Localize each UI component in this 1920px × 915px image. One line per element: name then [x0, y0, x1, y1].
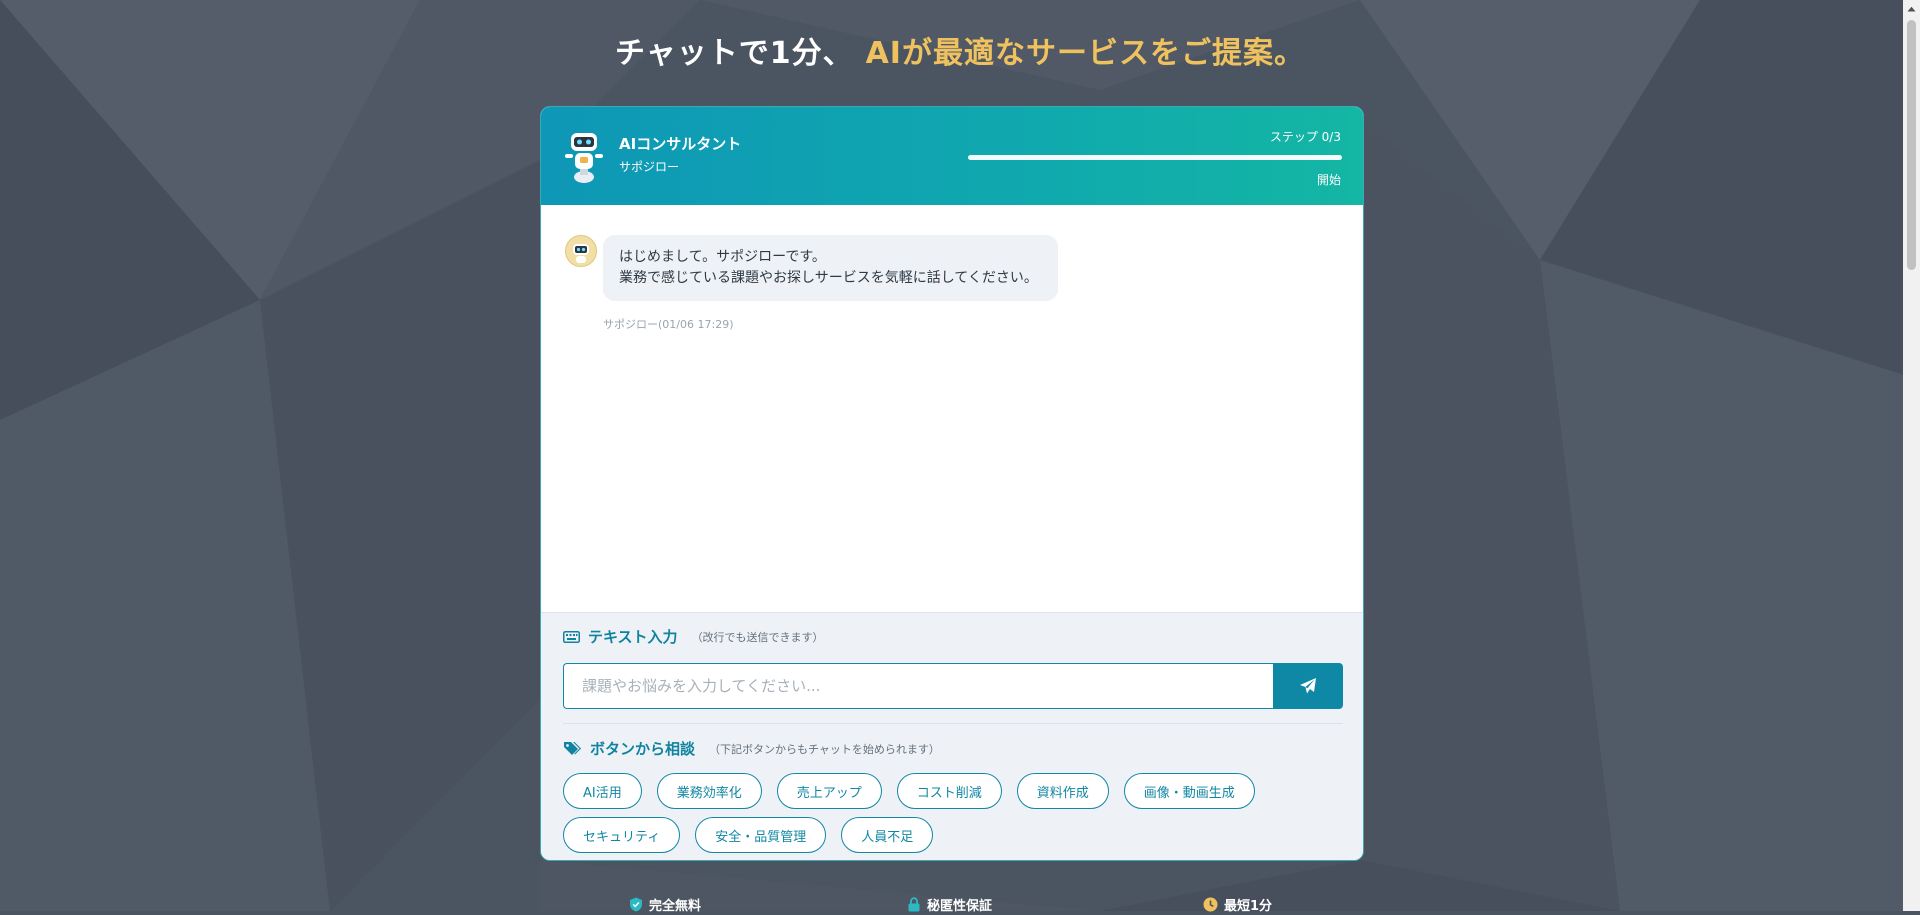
send-button[interactable]	[1273, 663, 1343, 709]
text-input-title: テキスト入力	[588, 628, 678, 646]
badge-privacy: 秘匿性保証	[907, 895, 992, 914]
robot-mascot-icon	[565, 133, 603, 183]
agent-subtitle: サポジロー	[619, 160, 680, 174]
chip-security[interactable]: セキュリティ	[563, 817, 681, 853]
feature-badges: 完全無料 秘匿性保証 最短1分	[0, 895, 1920, 915]
chip-cost-sakugen[interactable]: コスト削減	[896, 773, 1002, 809]
bot-message-bubble: はじめまして。サポジローです。 業務で感じている課題やお探しサービスを気軽に話し…	[603, 235, 1058, 301]
text-input-section-title: テキスト入力 （改行でも送信できます）	[563, 626, 824, 647]
tags-icon	[563, 741, 582, 756]
chat-card: AIコンサルタント サポジロー ステップ 0/3 開始 はじめまして。サポジロー…	[540, 106, 1364, 861]
progress-status: 開始	[1316, 173, 1341, 187]
section-divider	[563, 723, 1343, 724]
message-meta: サポジロー(01/06 17:29)	[603, 318, 734, 331]
robot-avatar-icon	[573, 244, 589, 263]
scroll-up-arrow-icon[interactable]	[1903, 0, 1920, 17]
message-line: 業務で感じている課題やお探しサービスを気軽に話してください。	[619, 270, 1038, 286]
topic-chips: AI活用 業務効率化 売上アップ コスト削減 資料作成 画像・動画生成 セキュリ…	[563, 773, 1353, 853]
message-line: はじめまして。サポジローです。	[619, 249, 826, 265]
clock-icon	[1203, 897, 1218, 912]
shield-icon	[629, 897, 643, 912]
page-scrollbar[interactable]	[1903, 0, 1920, 911]
progress-bar	[968, 155, 1342, 160]
chip-jinin-busoku[interactable]: 人員不足	[841, 817, 934, 853]
button-consult-title: ボタンから相談	[590, 740, 696, 758]
chat-header: AIコンサルタント サポジロー ステップ 0/3 開始	[541, 107, 1363, 205]
badge-fast: 最短1分	[1203, 895, 1272, 914]
lock-icon	[907, 897, 921, 912]
text-input-hint: （改行でも送信できます）	[691, 630, 824, 644]
badge-fast-label: 最短1分	[1224, 899, 1273, 914]
chip-gazou-douga-seisei[interactable]: 画像・動画生成	[1123, 773, 1255, 809]
scroll-thumb[interactable]	[1907, 20, 1916, 270]
paper-plane-icon	[1300, 678, 1316, 694]
chip-anzen-hinshitsu-kanri[interactable]: 安全・品質管理	[695, 817, 827, 853]
button-consult-hint: （下記ボタンからもチャットを始められます）	[709, 742, 940, 756]
bot-avatar	[565, 235, 597, 267]
badge-privacy-label: 秘匿性保証	[927, 899, 993, 914]
agent-name: AIコンサルタント	[619, 135, 742, 153]
keyboard-icon	[563, 630, 580, 643]
headline-text: チャットで1分、	[615, 36, 854, 71]
chip-shiryou-sakusei[interactable]: 資料作成	[1016, 773, 1109, 809]
chat-messages: はじめまして。サポジローです。 業務で感じている課題やお探しサービスを気軽に話し…	[541, 205, 1363, 612]
chip-ai-katsuyou[interactable]: AI活用	[563, 773, 642, 809]
chip-uriage-up[interactable]: 売上アップ	[776, 773, 882, 809]
message-input[interactable]	[563, 663, 1273, 709]
badge-free-label: 完全無料	[649, 899, 702, 914]
headline-accent-text: AIが最適なサービスをご提案。	[865, 36, 1305, 71]
chip-gyoumu-kouritsuka[interactable]: 業務効率化	[656, 773, 762, 809]
page-headline: チャットで1分、 AIが最適なサービスをご提案。	[0, 28, 1920, 72]
step-counter: ステップ 0/3	[1269, 130, 1341, 144]
button-consult-section-title: ボタンから相談 （下記ボタンからもチャットを始められます）	[563, 738, 940, 759]
input-panel: テキスト入力 （改行でも送信できます） ボタンから相談 （下記ボタンからもチャッ…	[541, 612, 1363, 860]
badge-free: 完全無料	[629, 895, 701, 914]
